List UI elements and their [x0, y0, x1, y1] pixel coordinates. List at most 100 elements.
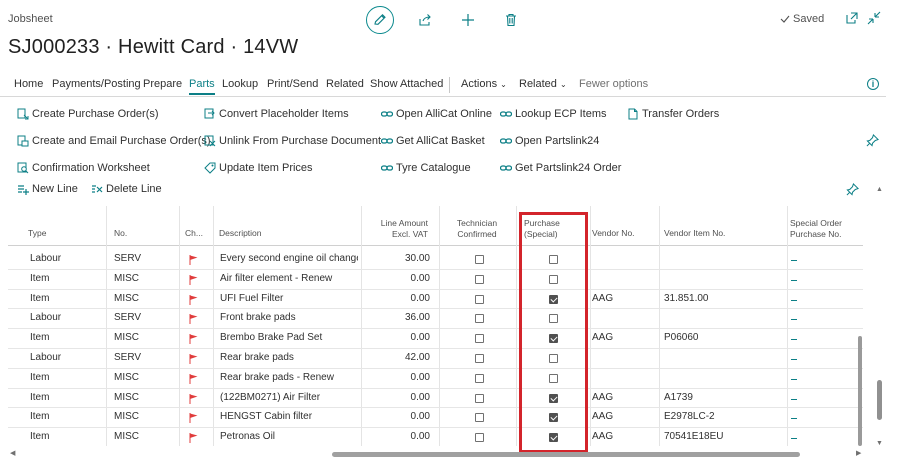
menu-print-send[interactable]: Print/Send: [267, 78, 318, 90]
table-row[interactable]: Item MISC HENGST Cabin filter 0.00 AAG E2978L…: [8, 408, 863, 429]
convert-placeholder-items-button[interactable]: Convert Placeholder Items: [204, 108, 349, 120]
cell-line-amount[interactable]: 36.00: [361, 312, 430, 323]
header-ch[interactable]: Ch...: [185, 228, 203, 239]
technician-confirmed-checkbox[interactable]: [475, 354, 484, 363]
special-order-empty-link[interactable]: [791, 378, 797, 380]
table-row[interactable]: Item MISC Air filter element - Renew 0.00: [8, 270, 863, 290]
grid-vertical-scrollbar[interactable]: [858, 336, 862, 446]
technician-confirmed-checkbox[interactable]: [475, 314, 484, 324]
scroll-left-arrow-icon[interactable]: ◀: [10, 449, 15, 457]
cell-line-amount[interactable]: 30.00: [361, 253, 430, 264]
header-line-amount[interactable]: Line Amount Excl. VAT: [358, 218, 428, 240]
flag-icon[interactable]: [189, 433, 198, 444]
cell-no[interactable]: MISC: [114, 332, 139, 343]
cell-line-amount[interactable]: 0.00: [361, 431, 430, 442]
new-button[interactable]: [459, 11, 477, 29]
technician-confirmed-checkbox[interactable]: [475, 255, 484, 264]
cell-type[interactable]: Labour: [30, 253, 61, 264]
cell-description[interactable]: Air filter element - Renew: [220, 273, 358, 284]
header-type[interactable]: Type: [28, 228, 46, 239]
flag-icon[interactable]: [189, 314, 198, 325]
flag-icon[interactable]: [189, 334, 198, 345]
cell-line-amount[interactable]: 0.00: [361, 273, 430, 284]
scroll-up-arrow-icon[interactable]: ▲: [876, 186, 883, 193]
flag-icon[interactable]: [189, 255, 198, 265]
open-allicat-online-button[interactable]: Open AlliCat Online: [381, 108, 492, 120]
cell-line-amount[interactable]: 42.00: [361, 352, 430, 363]
table-row[interactable]: Item MISC UFI Fuel Filter 0.00 AAG 31.851.00: [8, 290, 863, 310]
cell-line-amount[interactable]: 0.00: [361, 293, 430, 304]
technician-confirmed-checkbox[interactable]: [475, 393, 484, 403]
cell-type[interactable]: Labour: [30, 312, 61, 323]
cell-vendor-no[interactable]: AAG: [592, 411, 613, 422]
table-row[interactable]: Item MISC (122BM0271) Air Filter 0.00 AAG A17…: [8, 389, 863, 409]
cell-description[interactable]: Rear brake pads - Renew: [220, 372, 358, 383]
confirmation-worksheet-button[interactable]: Confirmation Worksheet: [17, 162, 150, 174]
menu-related[interactable]: Related: [326, 78, 364, 90]
header-vendor-item-no[interactable]: Vendor Item No.: [664, 228, 725, 239]
pin-lines-icon[interactable]: [846, 183, 859, 196]
technician-confirmed-checkbox[interactable]: [475, 433, 484, 443]
cell-vendor-no[interactable]: AAG: [592, 293, 613, 304]
cell-vendor-no[interactable]: AAG: [592, 431, 613, 442]
cell-type[interactable]: Item: [30, 273, 49, 284]
create-email-purchase-orders-button[interactable]: Create and Email Purchase Order(s): [17, 135, 211, 147]
cell-no[interactable]: MISC: [114, 293, 139, 304]
special-order-empty-link[interactable]: [791, 339, 797, 341]
table-row[interactable]: Item MISC Rear brake pads - Renew 0.00: [8, 369, 863, 389]
cell-type[interactable]: Item: [30, 392, 49, 403]
table-row[interactable]: Labour SERV Every second engine oil change…: [8, 250, 863, 270]
cell-vendor-no[interactable]: AAG: [592, 332, 613, 343]
open-partslink24-button[interactable]: Open Partslink24: [500, 135, 599, 147]
technician-confirmed-checkbox[interactable]: [475, 373, 484, 383]
table-row[interactable]: Item MISC Petronas Oil 0.00 AAG 70541E18EU: [8, 428, 863, 446]
cell-line-amount[interactable]: 0.00: [361, 332, 430, 343]
create-purchase-orders-button[interactable]: Create Purchase Order(s): [17, 108, 159, 120]
special-order-empty-link[interactable]: [791, 299, 797, 301]
cell-type[interactable]: Item: [30, 332, 49, 343]
cell-type[interactable]: Item: [30, 372, 49, 383]
cell-no[interactable]: MISC: [114, 411, 139, 422]
edit-button[interactable]: [366, 6, 394, 34]
header-technician[interactable]: Technician Confirmed: [444, 218, 510, 240]
cell-description[interactable]: Brembo Brake Pad Set: [220, 332, 358, 343]
cell-no[interactable]: MISC: [114, 273, 139, 284]
info-icon[interactable]: i: [867, 78, 879, 90]
fewer-options-button[interactable]: Fewer options: [579, 78, 648, 90]
flag-icon[interactable]: [189, 373, 198, 384]
tyre-catalogue-button[interactable]: Tyre Catalogue: [381, 162, 471, 174]
scroll-right-arrow-icon[interactable]: ▶: [856, 449, 861, 457]
cell-line-amount[interactable]: 0.00: [361, 372, 430, 383]
menu-related-dropdown[interactable]: Related ⌄: [519, 78, 567, 90]
special-order-empty-link[interactable]: [791, 279, 797, 281]
cell-description[interactable]: Rear brake pads: [220, 352, 358, 363]
cell-description[interactable]: Every second engine oil change: [220, 253, 358, 264]
cell-vendor-item-no[interactable]: E2978LC-2: [664, 411, 715, 422]
header-special-order[interactable]: Special Order Purchase No.: [790, 218, 842, 240]
delete-line-button[interactable]: Delete Line: [91, 183, 162, 195]
menu-parts[interactable]: Parts: [189, 78, 215, 95]
technician-confirmed-checkbox[interactable]: [475, 334, 484, 344]
header-no[interactable]: No.: [114, 228, 127, 239]
cell-line-amount[interactable]: 0.00: [361, 411, 430, 422]
special-order-empty-link[interactable]: [791, 418, 797, 420]
cell-no[interactable]: SERV: [114, 312, 141, 323]
cell-description[interactable]: Petronas Oil: [220, 431, 358, 442]
menu-prepare[interactable]: Prepare: [143, 78, 182, 90]
flag-icon[interactable]: [189, 354, 198, 364]
new-line-button[interactable]: New Line: [17, 183, 78, 195]
cell-vendor-no[interactable]: AAG: [592, 392, 613, 403]
flag-icon[interactable]: [189, 274, 198, 285]
cell-type[interactable]: Labour: [30, 352, 61, 363]
cell-description[interactable]: UFI Fuel Filter: [220, 293, 358, 304]
special-order-empty-link[interactable]: [791, 438, 797, 440]
cell-line-amount[interactable]: 0.00: [361, 392, 430, 403]
technician-confirmed-checkbox[interactable]: [475, 294, 484, 304]
share-button[interactable]: [416, 11, 434, 29]
cell-vendor-item-no[interactable]: 70541E18EU: [664, 431, 724, 442]
grid-horizontal-scrollbar[interactable]: [332, 452, 800, 457]
menu-show-attached[interactable]: Show Attached: [370, 78, 443, 90]
update-item-prices-button[interactable]: Update Item Prices: [204, 162, 313, 174]
cell-description[interactable]: (122BM0271) Air Filter: [220, 392, 358, 403]
cell-no[interactable]: MISC: [114, 372, 139, 383]
